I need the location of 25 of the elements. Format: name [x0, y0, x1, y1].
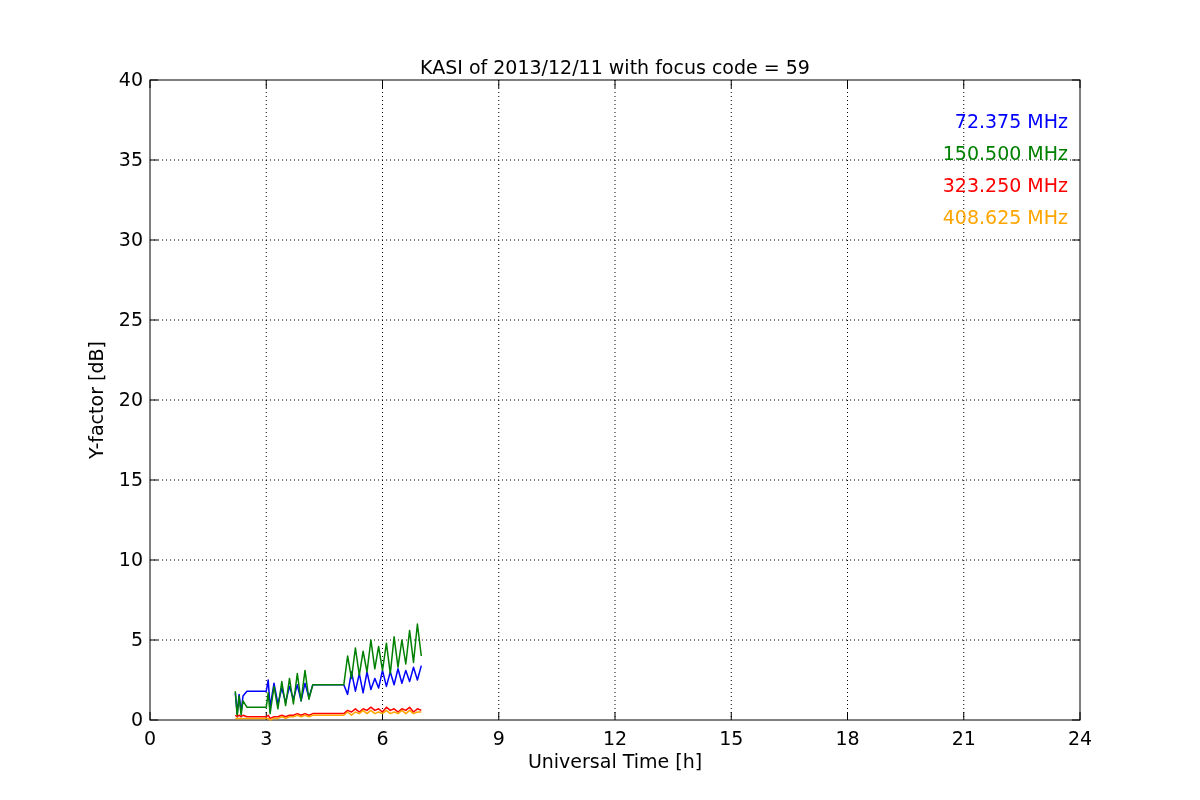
- chart-title: KASI of 2013/12/11 with focus code = 59: [420, 56, 810, 78]
- legend-label: 323.250 MHz: [942, 174, 1068, 196]
- tick-label: 6: [376, 727, 389, 749]
- tick-label: 10: [118, 548, 143, 570]
- tick-label: 9: [492, 727, 505, 749]
- tick-label: 21: [951, 727, 976, 749]
- legend-label: 408.625 MHz: [942, 206, 1068, 228]
- tick-label: 25: [118, 308, 143, 330]
- tick-label: 0: [143, 727, 157, 749]
- tick-label: 24: [1067, 727, 1093, 749]
- tick-label: 15: [118, 468, 143, 490]
- tick-label: 15: [719, 727, 744, 749]
- tick-label: 12: [602, 727, 628, 749]
- legend-label: 72.375 MHz: [954, 110, 1068, 132]
- tick-label: 18: [835, 727, 860, 749]
- tick-label: 3: [260, 727, 273, 749]
- legend-label: 150.500 MHz: [942, 142, 1068, 164]
- tick-label: 5: [130, 628, 143, 650]
- tick-label: 30: [118, 228, 143, 250]
- axis-label: Universal Time [h]: [527, 750, 703, 772]
- tick-label: 40: [118, 68, 143, 90]
- tick-label: 0: [130, 708, 143, 730]
- tick-label: 20: [118, 388, 143, 410]
- tick-label: 35: [118, 148, 143, 170]
- axis-label: Y-factor [dB]: [85, 341, 107, 459]
